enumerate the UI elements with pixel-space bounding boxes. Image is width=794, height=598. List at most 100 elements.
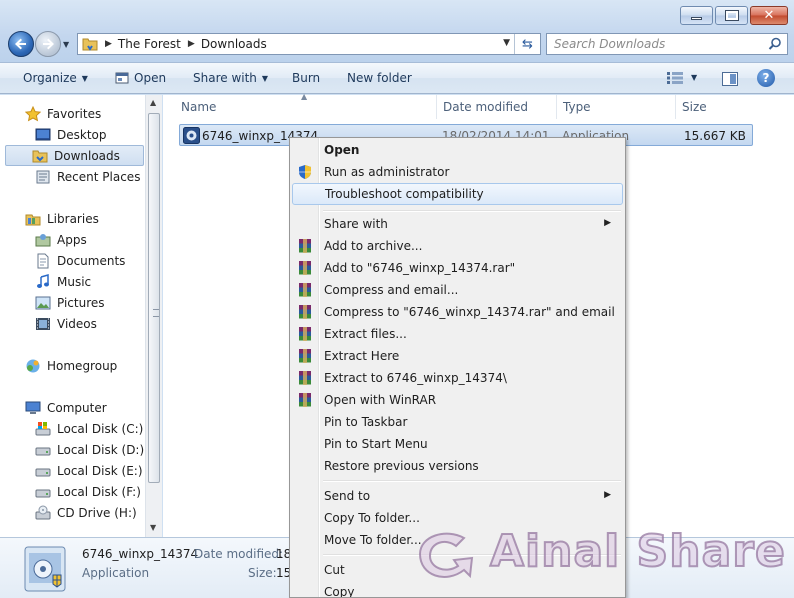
- nav-label: Local Disk (E:): [57, 463, 143, 478]
- cd-drive-icon: [35, 505, 51, 519]
- refresh-button[interactable]: ⇆: [514, 34, 540, 54]
- menu-item-share-with[interactable]: Share with ▶: [292, 213, 623, 235]
- preview-pane-icon[interactable]: [722, 72, 738, 86]
- menu-label: Send to: [324, 489, 371, 503]
- nav-disk-c[interactable]: Local Disk (C:): [35, 418, 143, 439]
- menu-item-run-as-admin[interactable]: Run as administrator: [292, 161, 623, 183]
- dropdown-arrow-icon: ▼: [81, 73, 88, 83]
- menu-item-send-to[interactable]: Send to ▶: [292, 485, 623, 507]
- breadcrumb-the-forest[interactable]: The Forest: [118, 37, 181, 51]
- nav-libraries[interactable]: Libraries: [25, 208, 99, 229]
- navigation-pane: Favorites Desktop Downloads Recent Place…: [0, 95, 162, 537]
- nav-favorites[interactable]: Favorites: [25, 103, 101, 124]
- search-icon[interactable]: [768, 37, 782, 51]
- organize-button[interactable]: Organize ▼: [23, 71, 88, 85]
- nav-cd-drive[interactable]: CD Drive (H:): [35, 502, 137, 523]
- menu-item-compress-rar-email[interactable]: Compress to "6746_winxp_14374.rar" and e…: [292, 301, 623, 323]
- menu-item-compress-email[interactable]: Compress and email...: [292, 279, 623, 301]
- menu-item-extract-files[interactable]: Extract files...: [292, 323, 623, 345]
- address-dropdown-icon[interactable]: ▼: [503, 38, 510, 48]
- breadcrumb-downloads[interactable]: Downloads: [201, 37, 267, 51]
- menu-label: Restore previous versions: [324, 459, 479, 473]
- recent-places-icon: [36, 170, 50, 183]
- nav-computer[interactable]: Computer: [25, 397, 107, 418]
- nav-disk-d[interactable]: Local Disk (D:): [35, 439, 144, 460]
- menu-label: Copy To folder...: [324, 511, 420, 525]
- menu-item-cut[interactable]: Cut: [292, 559, 623, 581]
- recent-pages-dropdown[interactable]: ▼: [63, 40, 69, 49]
- back-arrow-icon: [15, 38, 26, 50]
- column-size[interactable]: Size: [676, 95, 756, 119]
- forward-button[interactable]: [35, 31, 61, 57]
- details-date-label: Date modified:: [194, 547, 284, 561]
- menu-item-pin-taskbar[interactable]: Pin to Taskbar: [292, 411, 623, 433]
- help-button[interactable]: ?: [757, 69, 775, 87]
- menu-item-extract-to[interactable]: Extract to 6746_winxp_14374\: [292, 367, 623, 389]
- back-button[interactable]: [8, 31, 34, 57]
- menu-label: Pin to Taskbar: [324, 415, 408, 429]
- menu-item-extract-here[interactable]: Extract Here: [292, 345, 623, 367]
- menu-label: Extract to 6746_winxp_14374\: [324, 371, 507, 385]
- search-placeholder: Search Downloads: [554, 37, 666, 51]
- crumb-separator-icon[interactable]: ▶: [188, 39, 195, 49]
- column-name[interactable]: Name: [175, 95, 437, 119]
- nav-disk-f[interactable]: Local Disk (F:): [35, 481, 141, 502]
- crumb-separator-icon[interactable]: ▶: [105, 39, 112, 49]
- menu-label: Copy: [324, 585, 355, 598]
- music-icon: [37, 273, 49, 288]
- menu-item-copy[interactable]: Copy: [292, 581, 623, 598]
- menu-item-open-winrar[interactable]: Open with WinRAR: [292, 389, 623, 411]
- minimize-button[interactable]: [680, 6, 713, 25]
- winrar-icon: [299, 393, 311, 407]
- nav-videos[interactable]: Videos: [35, 313, 97, 334]
- nav-music[interactable]: Music: [35, 271, 91, 292]
- nav-recent-places[interactable]: Recent Places: [35, 166, 140, 187]
- menu-item-copy-to-folder[interactable]: Copy To folder...: [292, 507, 623, 529]
- menu-item-restore-versions[interactable]: Restore previous versions: [292, 455, 623, 477]
- grip-icon: [153, 309, 159, 317]
- menu-item-move-to-folder[interactable]: Move To folder...: [292, 529, 623, 551]
- menu-item-add-to-archive[interactable]: Add to archive...: [292, 235, 623, 257]
- new-folder-button[interactable]: New folder: [347, 71, 412, 85]
- menu-label: Add to "6746_winxp_14374.rar": [324, 261, 516, 275]
- share-with-button[interactable]: Share with ▼: [193, 71, 268, 85]
- maximize-button[interactable]: [715, 6, 748, 25]
- hard-drive-icon: [35, 468, 51, 476]
- open-button[interactable]: Open: [115, 71, 166, 85]
- column-label: Name: [181, 100, 217, 114]
- column-date-modified[interactable]: Date modified: [437, 95, 557, 119]
- burn-button[interactable]: Burn: [292, 71, 320, 85]
- winrar-icon: [299, 349, 311, 363]
- nav-downloads[interactable]: Downloads: [5, 145, 144, 166]
- apps-icon: [35, 233, 51, 246]
- search-input[interactable]: Search Downloads: [546, 33, 788, 55]
- nav-label: Pictures: [57, 295, 105, 310]
- nav-desktop[interactable]: Desktop: [35, 124, 107, 145]
- menu-item-open[interactable]: Open: [292, 139, 623, 161]
- close-button[interactable]: ✕: [750, 6, 788, 25]
- scroll-down-icon[interactable]: ▼: [150, 523, 156, 532]
- menu-separator: [323, 480, 621, 482]
- address-bar[interactable]: ▶ The Forest ▶ Downloads ▼ ⇆: [77, 33, 541, 55]
- nav-apps[interactable]: Apps: [35, 229, 87, 250]
- nav-pictures[interactable]: Pictures: [35, 292, 105, 313]
- command-bar: Organize ▼ Open Share with ▼ Burn New fold…: [0, 62, 794, 94]
- scroll-up-icon[interactable]: ▲: [150, 98, 156, 107]
- nav-label: Downloads: [54, 148, 120, 163]
- organize-label: Organize: [23, 71, 77, 85]
- nav-disk-e[interactable]: Local Disk (E:): [35, 460, 143, 481]
- scroll-thumb[interactable]: [148, 113, 160, 483]
- menu-item-pin-start[interactable]: Pin to Start Menu: [292, 433, 623, 455]
- menu-item-troubleshoot[interactable]: Troubleshoot compatibility: [292, 183, 623, 205]
- menu-item-add-to-rar[interactable]: Add to "6746_winxp_14374.rar": [292, 257, 623, 279]
- view-dropdown-icon[interactable]: ▼: [691, 73, 697, 82]
- menu-label: Compress and email...: [324, 283, 459, 297]
- column-type[interactable]: Type: [557, 95, 676, 119]
- nav-scrollbar[interactable]: ▲ ▼: [145, 95, 162, 537]
- menu-label: Extract files...: [324, 327, 407, 341]
- maximize-icon: [724, 10, 739, 21]
- nav-homegroup[interactable]: Homegroup: [25, 355, 117, 376]
- nav-documents[interactable]: Documents: [35, 250, 125, 271]
- menu-label: Add to archive...: [324, 239, 423, 253]
- change-view-icon[interactable]: [667, 72, 683, 84]
